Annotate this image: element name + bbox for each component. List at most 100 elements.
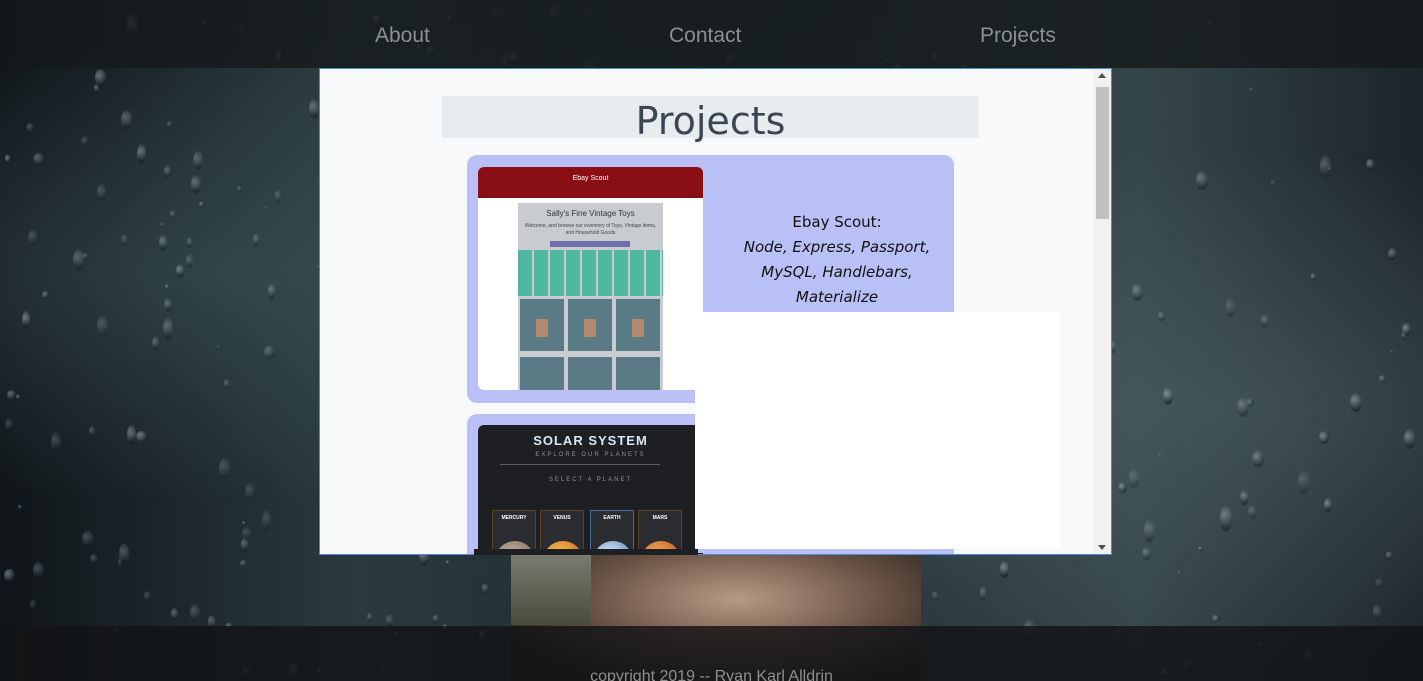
raindrop — [1000, 560, 1009, 578]
raindrop — [1198, 546, 1203, 552]
raindrop — [163, 164, 172, 179]
raindrop — [1349, 393, 1362, 413]
raindrop — [97, 314, 109, 339]
raindrop — [4, 153, 11, 164]
raindrop — [261, 510, 271, 531]
raindrop — [237, 186, 242, 192]
raindrop — [274, 189, 281, 203]
raindrop — [433, 613, 439, 624]
raindrop — [446, 560, 450, 565]
raindrop — [482, 582, 489, 594]
thumb-solar-subtitle: EXPLORE OUR PLANETS — [535, 452, 646, 458]
raindrop — [27, 229, 39, 245]
nav-contact-link[interactable]: Contact — [669, 24, 741, 48]
scroll-up-arrow-icon[interactable] — [1098, 73, 1106, 78]
raindrop — [166, 121, 173, 128]
raindrop — [1323, 497, 1332, 512]
thumb-item-image — [536, 319, 548, 337]
raindrop — [192, 151, 203, 171]
raindrop — [241, 538, 248, 552]
raindrop — [932, 590, 939, 601]
raindrop — [218, 457, 231, 481]
project-description-ebay-scout: Ebay Scout: Node, Express, Passport, MyS… — [718, 210, 956, 310]
raindrop — [137, 143, 147, 165]
thumb-store-panel: Sally's Fine Vintage Toys Welcome, and b… — [518, 203, 663, 390]
raindrop — [143, 590, 152, 601]
modal-title: Projects — [635, 99, 786, 143]
raindrop — [186, 236, 193, 248]
raindrop — [170, 209, 175, 219]
thumb-store-title: Sally's Fine Vintage Toys — [546, 209, 635, 218]
raindrop — [1319, 430, 1329, 445]
raindrop — [1225, 298, 1237, 317]
thumb-item-cell — [568, 299, 612, 351]
raindrop — [135, 430, 148, 443]
top-navbar: About Contact Projects — [0, 0, 1423, 68]
raindrop — [979, 586, 987, 602]
raindrop — [96, 184, 107, 202]
thumb-divider — [500, 464, 660, 465]
thumb-item-cell — [520, 299, 564, 351]
raindrop — [1118, 482, 1128, 494]
raindrop — [5, 418, 13, 431]
raindrop — [1379, 375, 1387, 383]
raindrop — [309, 99, 319, 119]
thumb-item-cell — [520, 357, 564, 390]
rendering-overlay — [695, 312, 1061, 549]
project-thumbnail-ebay-scout[interactable]: Ebay Scout Sally's Fine Vintage Toys Wel… — [478, 167, 703, 390]
raindrop — [1252, 450, 1264, 467]
raindrop — [1261, 314, 1270, 329]
raindrop — [32, 561, 44, 580]
raindrop — [16, 393, 21, 400]
raindrop — [162, 317, 173, 342]
raindrop — [18, 504, 22, 510]
raindrop — [51, 431, 62, 453]
raindrop — [263, 344, 276, 359]
thumb-header-title: Ebay Scout — [572, 175, 609, 182]
raindrop — [1162, 386, 1174, 405]
raindrop — [89, 426, 96, 437]
planet-label: MARS — [652, 515, 668, 521]
raindrop — [1401, 331, 1408, 340]
modal-scrollbar[interactable] — [1094, 69, 1111, 554]
raindrop — [30, 599, 37, 612]
raindrop — [81, 531, 94, 548]
thumb-header-bar: Ebay Scout — [478, 167, 703, 198]
raindrop — [1374, 577, 1384, 589]
raindrop — [1311, 272, 1316, 281]
planet-label: EARTH — [603, 515, 621, 521]
project-title: Ebay Scout: — [792, 213, 882, 231]
raindrop — [73, 249, 85, 272]
raindrop — [121, 234, 128, 246]
raindrop — [1239, 490, 1250, 506]
raindrop — [1177, 570, 1182, 576]
projects-modal: Projects Ebay Scout Sally's Fine Vintage… — [319, 68, 1112, 555]
photo-background — [511, 555, 591, 625]
raindrop — [170, 607, 179, 621]
raindrop — [7, 390, 17, 401]
raindrop — [81, 135, 90, 146]
thumb-item-cell — [616, 299, 660, 351]
raindrop — [164, 284, 170, 290]
raindrop — [189, 603, 201, 622]
raindrop — [1297, 469, 1310, 495]
raindrop — [42, 291, 50, 299]
nav-projects-link[interactable]: Projects — [980, 24, 1056, 48]
nav-about-link[interactable]: About — [375, 24, 430, 48]
raindrop — [120, 110, 132, 131]
raindrop — [224, 378, 230, 389]
raindrop — [163, 297, 173, 312]
raindrop — [1141, 547, 1152, 560]
raindrop — [4, 568, 16, 583]
raindrop — [244, 483, 254, 502]
raindrop — [1403, 429, 1415, 450]
thumb-select-label: SELECT A PLANET — [548, 477, 633, 483]
raindrop — [1132, 283, 1143, 302]
thumb-item-cell — [616, 357, 660, 390]
project-thumbnail-solar-system[interactable]: SOLAR SYSTEM EXPLORE OUR PLANETS SELECT … — [478, 425, 703, 554]
scrollbar-thumb[interactable] — [1096, 87, 1109, 219]
raindrop — [216, 344, 221, 350]
raindrop — [1366, 159, 1375, 170]
scroll-down-arrow-icon[interactable] — [1098, 545, 1106, 550]
project-tech-line: MySQL, Handlebars, — [761, 263, 913, 281]
